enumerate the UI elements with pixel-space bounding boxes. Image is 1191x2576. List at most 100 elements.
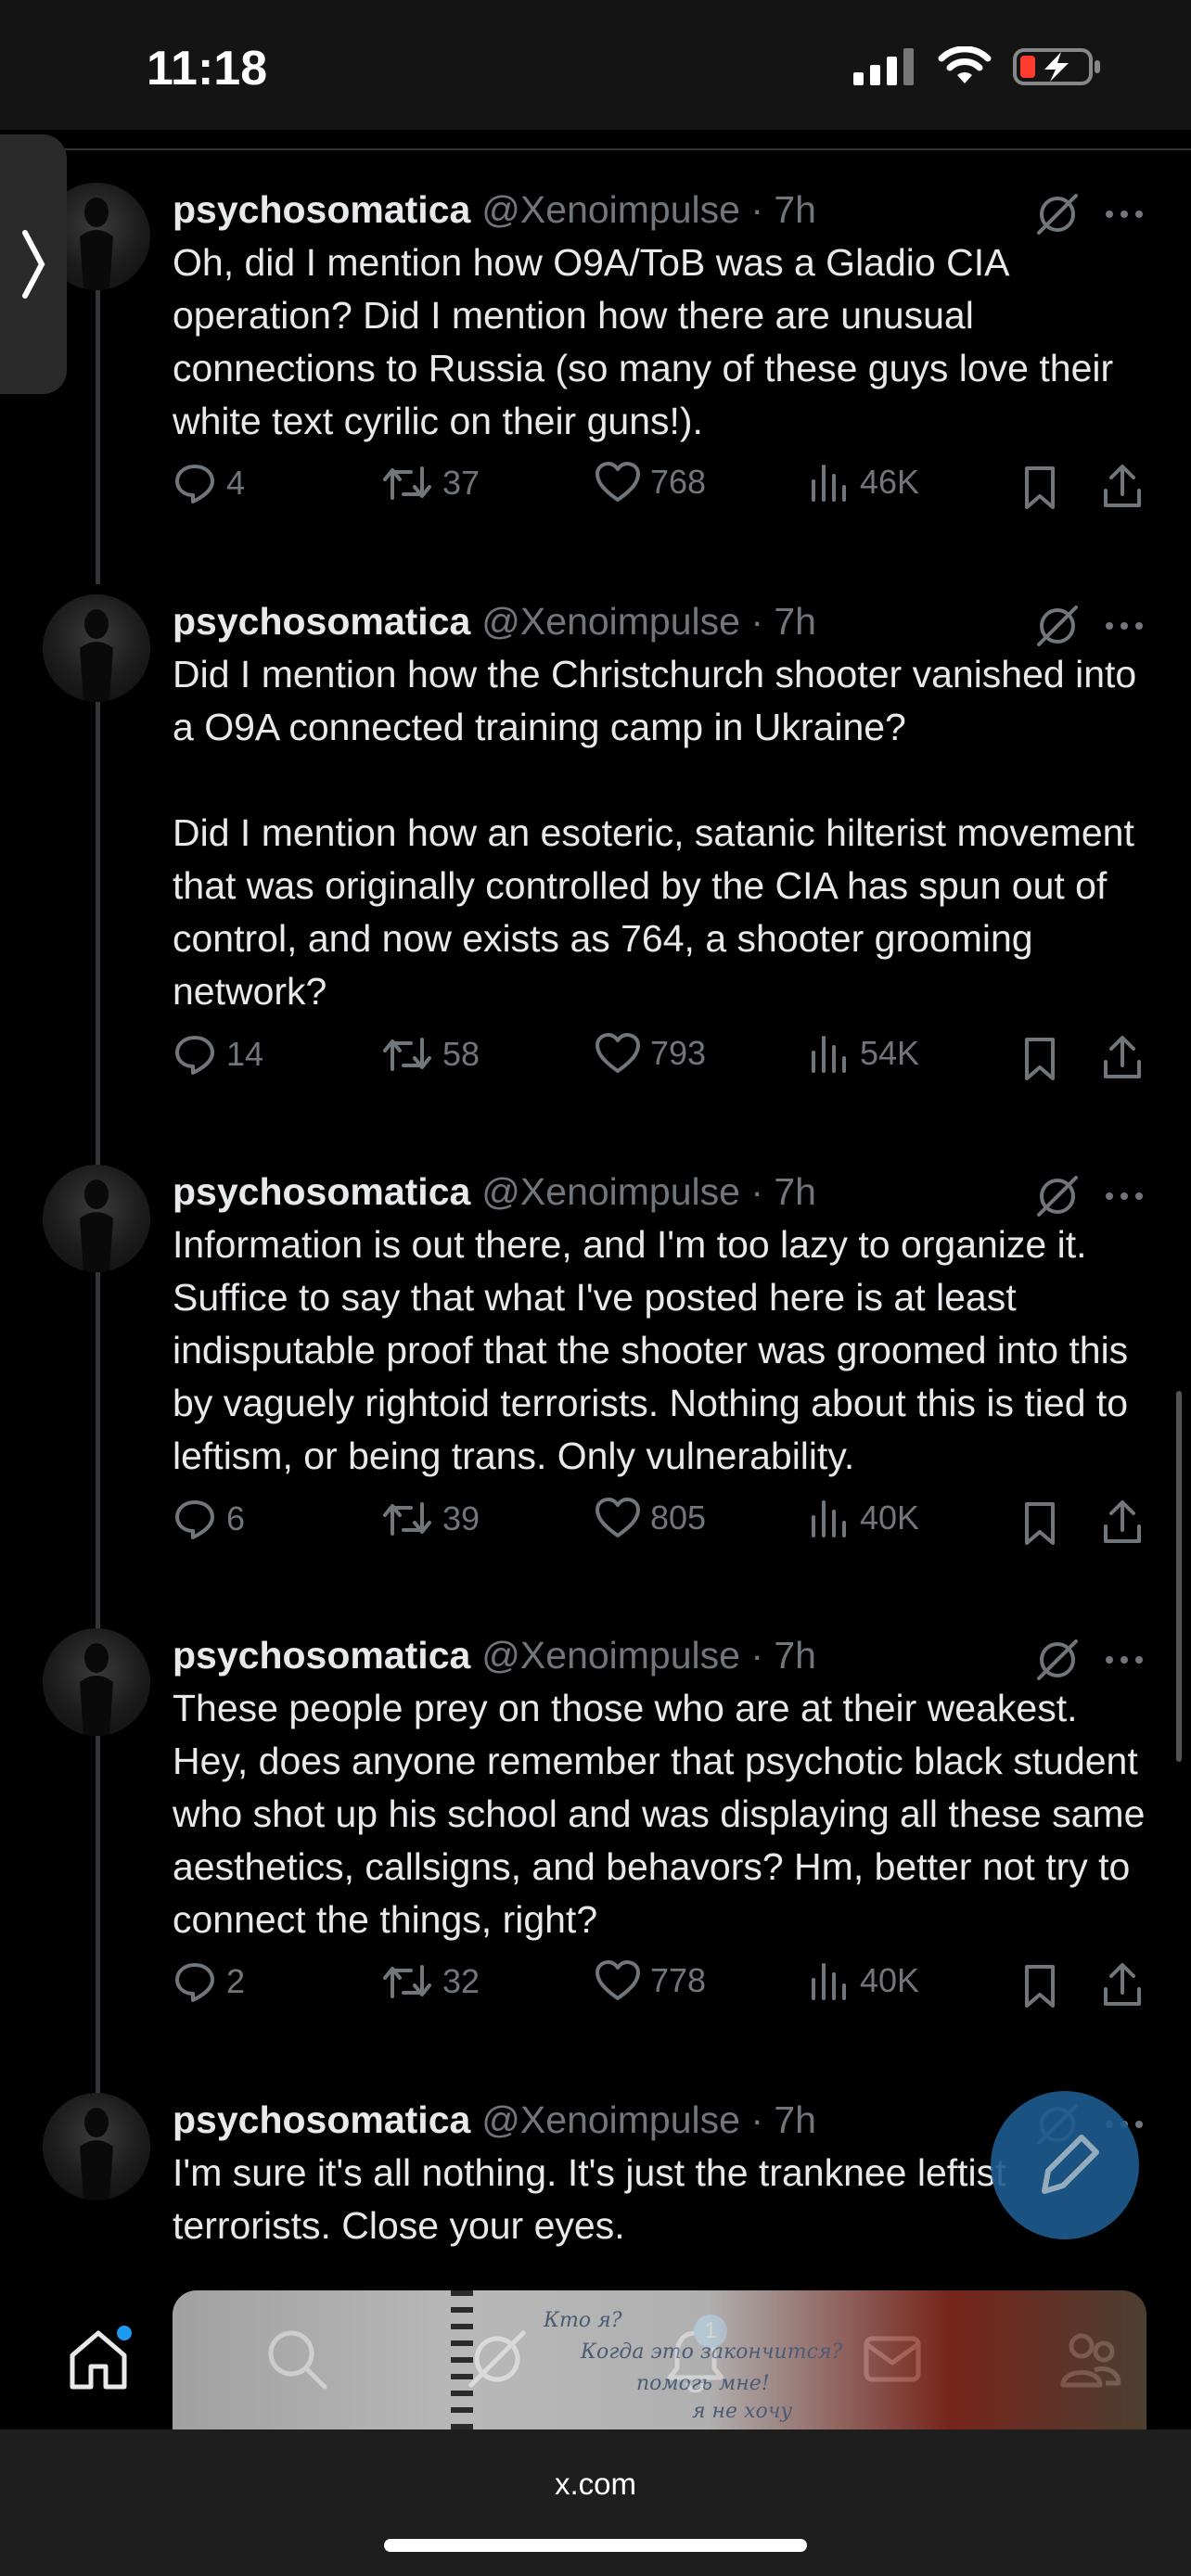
thread-connector — [96, 260, 100, 584]
avatar-figure-icon — [80, 609, 113, 702]
avatar-figure-icon — [80, 2108, 113, 2200]
scroll-indicator[interactable] — [1176, 1391, 1182, 1762]
author-name[interactable]: psychosomatica — [173, 1170, 470, 1214]
views-button[interactable]: 40K — [808, 1497, 919, 1539]
author-handle[interactable]: @Xenoimpulse · 7h — [481, 1170, 816, 1214]
share-icon[interactable] — [1100, 1961, 1145, 2008]
repost-icon — [383, 1038, 431, 1071]
reply-count: 14 — [226, 1035, 264, 1073]
more-icon[interactable] — [1100, 602, 1148, 650]
avatar[interactable] — [43, 594, 150, 702]
tweet-header: psychosomatica @Xenoimpulse · 7h — [173, 183, 1137, 236]
views-button[interactable]: 54K — [808, 1032, 919, 1075]
like-button[interactable]: 768 — [595, 461, 706, 504]
share-icon[interactable] — [1100, 1034, 1145, 1080]
repost-count: 37 — [442, 464, 480, 502]
home-icon[interactable] — [65, 2326, 132, 2392]
repost-count: 39 — [442, 1499, 480, 1537]
views-button[interactable]: 46K — [808, 461, 919, 504]
wifi-icon — [938, 46, 992, 83]
avatar[interactable] — [43, 2093, 150, 2200]
views-count: 40K — [860, 1498, 920, 1537]
avatar[interactable] — [43, 1628, 150, 1736]
status-bar: 11:18 — [0, 0, 1191, 130]
repost-count: 32 — [442, 1962, 480, 2000]
views-count: 46K — [860, 463, 920, 501]
sidebar-toggle-button[interactable] — [0, 134, 67, 394]
heart-icon — [596, 1033, 640, 1073]
reply-icon — [175, 1036, 214, 1075]
heart-icon — [596, 1498, 640, 1537]
author-handle[interactable]: @Xenoimpulse · 7h — [481, 600, 816, 644]
like-count: 778 — [650, 1961, 707, 1999]
bookmark-icon[interactable] — [1021, 1036, 1058, 1082]
author-handle[interactable]: @Xenoimpulse · 7h — [481, 1634, 816, 1677]
reply-count: 2 — [226, 1962, 246, 2000]
divider — [0, 148, 1191, 150]
url-field[interactable]: x.com — [0, 2467, 1191, 2502]
compose-button[interactable] — [991, 2091, 1139, 2239]
reply-button[interactable]: 4 — [173, 461, 245, 505]
tweet-text: Did I mention how the Christchurch shoot… — [173, 653, 1137, 1013]
reply-icon — [175, 465, 214, 504]
chevron-right-icon — [22, 230, 45, 299]
repost-button[interactable]: 39 — [381, 1497, 480, 1541]
reply-count: 6 — [226, 1499, 246, 1537]
like-button[interactable]: 793 — [595, 1032, 706, 1075]
reply-button[interactable]: 6 — [173, 1497, 245, 1541]
repost-button[interactable]: 58 — [381, 1032, 480, 1077]
status-time: 11:18 — [147, 42, 268, 96]
like-count: 793 — [650, 1034, 707, 1072]
home-indicator[interactable] — [384, 2539, 807, 2552]
more-icon[interactable] — [1100, 190, 1148, 238]
battery-charging-icon — [1013, 48, 1100, 85]
cellular-signal-icon — [853, 48, 914, 85]
grok-icon[interactable] — [1033, 190, 1082, 238]
author-name[interactable]: psychosomatica — [173, 600, 470, 644]
thread-connector — [96, 672, 100, 1243]
avatar[interactable] — [43, 1165, 150, 1272]
tweet-actions: 4 37 768 46K — [173, 461, 1146, 516]
more-icon[interactable] — [1100, 1636, 1148, 1684]
repost-button[interactable]: 32 — [381, 1959, 480, 2004]
note-line: Кто я? — [544, 2309, 622, 2332]
reply-icon — [175, 1500, 214, 1539]
views-count: 54K — [860, 1034, 920, 1072]
note-line: я не хочу — [692, 2400, 793, 2423]
tweet-text: Information is out there, and I'm too la… — [173, 1223, 1139, 1477]
media-preview-overlay[interactable]: Кто я? Когда это закончится? помогь мне!… — [173, 2290, 1146, 2429]
like-button[interactable]: 778 — [595, 1959, 706, 2002]
heart-icon — [596, 462, 640, 502]
repost-button[interactable]: 37 — [381, 461, 480, 505]
thread-feed[interactable]: psychosomatica @Xenoimpulse · 7h Oh, did… — [0, 130, 1191, 2290]
reply-button[interactable]: 14 — [173, 1032, 263, 1077]
grok-icon[interactable] — [1033, 1172, 1082, 1220]
author-name[interactable]: psychosomatica — [173, 1634, 470, 1677]
share-icon[interactable] — [1100, 463, 1145, 509]
author-name[interactable]: psychosomatica — [173, 188, 470, 232]
author-handle[interactable]: @Xenoimpulse · 7h — [481, 2098, 816, 2142]
views-chart-icon — [812, 1963, 846, 2000]
bookmark-icon[interactable] — [1021, 1963, 1058, 2009]
bookmark-icon[interactable] — [1021, 1500, 1058, 1547]
reply-button[interactable]: 2 — [173, 1959, 245, 2004]
views-button[interactable]: 40K — [808, 1959, 919, 2002]
like-button[interactable]: 805 — [595, 1497, 706, 1539]
grok-icon[interactable] — [1033, 1636, 1082, 1684]
author-name[interactable]: psychosomatica — [173, 2098, 470, 2142]
share-icon[interactable] — [1100, 1498, 1145, 1545]
tweet-actions: 6 39 805 40K — [173, 1497, 1146, 1552]
bookmark-icon[interactable] — [1021, 465, 1058, 511]
tweet-actions: 14 58 793 54K — [173, 1032, 1146, 1088]
grok-icon[interactable] — [1033, 602, 1082, 650]
reply-icon — [175, 1963, 214, 2002]
like-count: 805 — [650, 1498, 707, 1537]
tweet-header: psychosomatica @Xenoimpulse · 7h — [173, 1628, 1137, 1682]
notebook-spiral — [451, 2290, 473, 2429]
more-icon[interactable] — [1100, 1172, 1148, 1220]
author-handle[interactable]: @Xenoimpulse · 7h — [481, 188, 816, 232]
like-count: 768 — [650, 463, 707, 501]
tweet-text: These people prey on those who are at th… — [173, 1687, 1156, 1941]
reply-count: 4 — [226, 464, 246, 502]
tweet-actions: 2 32 778 40K — [173, 1959, 1146, 2015]
